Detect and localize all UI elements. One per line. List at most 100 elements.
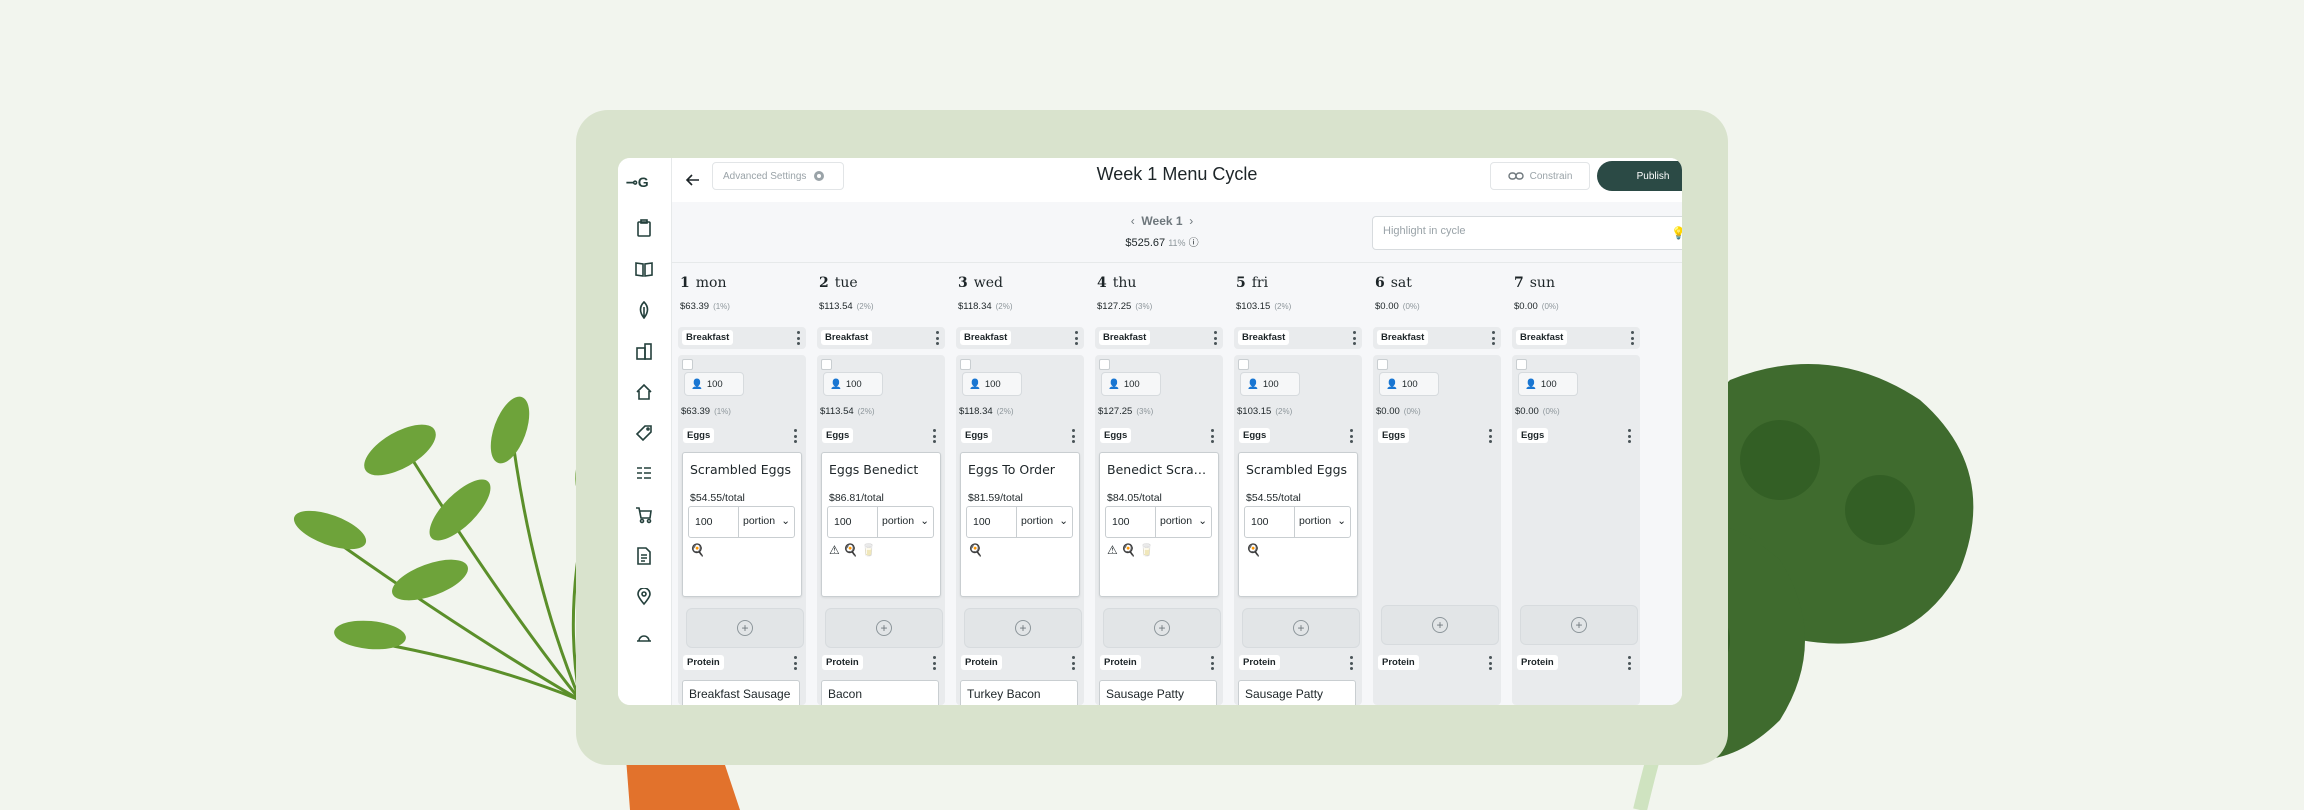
document-icon[interactable]: [632, 544, 656, 568]
guest-count-field[interactable]: 👤 100: [1101, 372, 1161, 396]
meal-checkbox[interactable]: [1516, 359, 1527, 370]
tag-icon[interactable]: [632, 421, 656, 445]
guest-count-field[interactable]: 👤 100: [684, 372, 744, 396]
constrain-button[interactable]: Constrain: [1490, 162, 1590, 190]
category-label: Protein: [683, 655, 724, 670]
guest-count-field[interactable]: 👤 100: [1518, 372, 1578, 396]
clipboard-icon[interactable]: [632, 216, 656, 240]
more-vertical-icon[interactable]: [935, 331, 939, 345]
more-vertical-icon[interactable]: [793, 429, 797, 443]
location-icon[interactable]: [632, 585, 656, 609]
menu-item-card[interactable]: Breakfast Sausage: [682, 680, 800, 705]
unit-select[interactable]: portion ⌄: [1156, 507, 1211, 537]
menu-item-card[interactable]: Eggs Benedict $86.81/total 100 portion ⌄ …: [821, 452, 941, 597]
quantity-input[interactable]: 100: [1245, 507, 1295, 537]
more-vertical-icon[interactable]: [796, 331, 800, 345]
day-column: 5 fri $103.15 (2%) Breakfast 👤 100 $103.15(…: [1231, 263, 1365, 705]
more-vertical-icon[interactable]: [1349, 656, 1353, 670]
more-vertical-icon[interactable]: [1630, 331, 1634, 345]
more-vertical-icon[interactable]: [1488, 429, 1492, 443]
meal-checkbox[interactable]: [960, 359, 971, 370]
add-item-button[interactable]: +: [1242, 608, 1360, 648]
day-column: 3 wed $118.34 (2%) Breakfast 👤 100 $118.34(…: [953, 263, 1087, 705]
meal-checkbox[interactable]: [1238, 359, 1249, 370]
category-label: Eggs: [1100, 428, 1132, 443]
more-vertical-icon[interactable]: [1210, 656, 1214, 670]
week-cost-pct: 11%: [1168, 238, 1186, 248]
chevron-left-icon[interactable]: ‹: [1131, 214, 1135, 228]
publish-button[interactable]: Publish: [1597, 161, 1682, 191]
more-vertical-icon[interactable]: [1488, 656, 1492, 670]
menu-item-card[interactable]: Benedict Scramble $84.05/total 100 porti…: [1099, 452, 1219, 597]
list-icon[interactable]: [632, 462, 656, 486]
menu-item-card[interactable]: Sausage Patty: [1099, 680, 1217, 705]
leaf-icon[interactable]: [632, 298, 656, 322]
add-item-button[interactable]: +: [1520, 605, 1638, 645]
meal-label: Breakfast: [960, 330, 1012, 345]
meal-cost-pct: (2%): [857, 407, 875, 416]
menu-item-card[interactable]: Eggs To Order $81.59/total 100 portion ⌄ …: [960, 452, 1080, 597]
meal-header: Breakfast: [956, 327, 1084, 349]
meal-cost: $103.15 (2%): [1237, 406, 1292, 417]
day-label: fri: [1251, 275, 1269, 291]
quantity-input[interactable]: 100: [828, 507, 878, 537]
add-item-button[interactable]: +: [686, 608, 804, 648]
menu-item-price: $54.55/total: [1246, 492, 1301, 504]
meal-checkbox[interactable]: [821, 359, 832, 370]
more-vertical-icon[interactable]: [1349, 429, 1353, 443]
more-vertical-icon[interactable]: [1074, 331, 1078, 345]
highlight-input[interactable]: Highlight in cycle 💡: [1372, 216, 1682, 250]
quantity-input[interactable]: 100: [689, 507, 739, 537]
day-cost: $127.25 (3%): [1097, 301, 1152, 312]
guest-count-field[interactable]: 👤 100: [1240, 372, 1300, 396]
meal-checkbox[interactable]: [682, 359, 693, 370]
chevron-right-icon[interactable]: ›: [1189, 214, 1193, 228]
meal-header: Breakfast: [678, 327, 806, 349]
quantity-input[interactable]: 100: [1106, 507, 1156, 537]
more-vertical-icon[interactable]: [1071, 429, 1075, 443]
kitchen-icon[interactable]: [632, 380, 656, 404]
unit-select[interactable]: portion ⌄: [878, 507, 933, 537]
more-vertical-icon[interactable]: [932, 429, 936, 443]
more-vertical-icon[interactable]: [932, 656, 936, 670]
lightbulb-icon[interactable]: 💡: [1671, 226, 1682, 240]
add-item-button[interactable]: +: [825, 608, 943, 648]
guest-count-field[interactable]: 👤 100: [962, 372, 1022, 396]
menu-item-card[interactable]: Scrambled Eggs $54.55/total 100 portion ⌄…: [682, 452, 802, 597]
more-vertical-icon[interactable]: [1491, 331, 1495, 345]
info-icon[interactable]: ⓘ: [1189, 238, 1199, 249]
more-vertical-icon[interactable]: [1627, 429, 1631, 443]
plus-circle-icon: +: [1015, 620, 1031, 636]
dish-icon[interactable]: [632, 626, 656, 650]
unit-select[interactable]: portion ⌄: [1017, 507, 1072, 537]
unit-select[interactable]: portion ⌄: [1295, 507, 1350, 537]
menu-item-card[interactable]: Turkey Bacon: [960, 680, 1078, 705]
quantity-input[interactable]: 100: [967, 507, 1017, 537]
menu-item-card[interactable]: Bacon: [821, 680, 939, 705]
menu-item-name: Scrambled Eggs: [690, 462, 792, 477]
more-vertical-icon[interactable]: [1627, 656, 1631, 670]
add-item-button[interactable]: +: [1381, 605, 1499, 645]
meal-cost-value: $63.39: [681, 406, 711, 417]
more-vertical-icon[interactable]: [1213, 331, 1217, 345]
unit-select[interactable]: portion ⌄: [739, 507, 794, 537]
chevron-down-icon: ⌄: [920, 515, 929, 527]
menu-item-card[interactable]: Sausage Patty: [1238, 680, 1356, 705]
menu-item-card[interactable]: Scrambled Eggs $54.55/total 100 portion ⌄…: [1238, 452, 1358, 597]
guest-count-field[interactable]: 👤 100: [823, 372, 883, 396]
person-icon: 👤: [830, 378, 842, 390]
meal-checkbox[interactable]: [1377, 359, 1388, 370]
guest-count-field[interactable]: 👤 100: [1379, 372, 1439, 396]
cart-icon[interactable]: [632, 503, 656, 527]
inventory-icon[interactable]: [632, 339, 656, 363]
more-vertical-icon[interactable]: [1071, 656, 1075, 670]
more-vertical-icon[interactable]: [1210, 429, 1214, 443]
book-icon[interactable]: [632, 257, 656, 281]
person-icon: 👤: [691, 378, 703, 390]
meal-checkbox[interactable]: [1099, 359, 1110, 370]
add-item-button[interactable]: +: [964, 608, 1082, 648]
more-vertical-icon[interactable]: [793, 656, 797, 670]
add-item-button[interactable]: +: [1103, 608, 1221, 648]
category-label: Eggs: [1239, 428, 1271, 443]
more-vertical-icon[interactable]: [1352, 331, 1356, 345]
